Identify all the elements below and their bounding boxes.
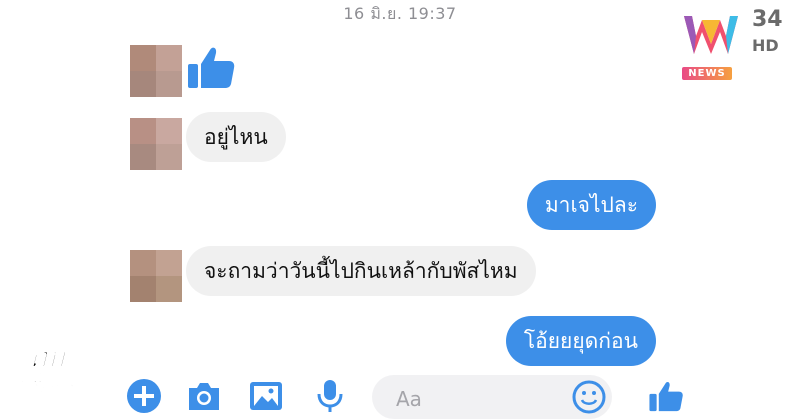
message-input-placeholder: Aa bbox=[396, 387, 422, 411]
emoji-icon[interactable] bbox=[572, 380, 606, 414]
outgoing-message-bubble[interactable]: โอ้ยยยุดก่อน bbox=[505, 316, 656, 366]
add-icon[interactable] bbox=[126, 378, 162, 414]
incoming-message-bubble[interactable]: อยู่ไหน bbox=[186, 112, 286, 162]
news-badge: NEWS bbox=[682, 67, 732, 80]
like-sticker-icon bbox=[188, 47, 235, 88]
channel-hd-label: HD bbox=[752, 36, 779, 55]
camera-icon[interactable] bbox=[186, 378, 222, 414]
avatar[interactable] bbox=[130, 45, 182, 97]
outgoing-message-bubble[interactable]: มาเจไปละ bbox=[526, 180, 656, 230]
channel-logo bbox=[684, 16, 738, 54]
avatar[interactable] bbox=[130, 118, 182, 170]
channel-number: 34 bbox=[752, 7, 783, 32]
avatar[interactable] bbox=[130, 250, 182, 302]
microphone-icon[interactable] bbox=[312, 378, 348, 414]
watermark-logo-subtitle: โต๊ะข่าว bbox=[14, 376, 86, 401]
incoming-message-bubble[interactable]: จะถามว่าวันนี้ไปกินเหล้ากับพัสไหม bbox=[186, 246, 536, 296]
like-icon[interactable] bbox=[648, 377, 684, 415]
image-icon[interactable] bbox=[248, 378, 284, 414]
